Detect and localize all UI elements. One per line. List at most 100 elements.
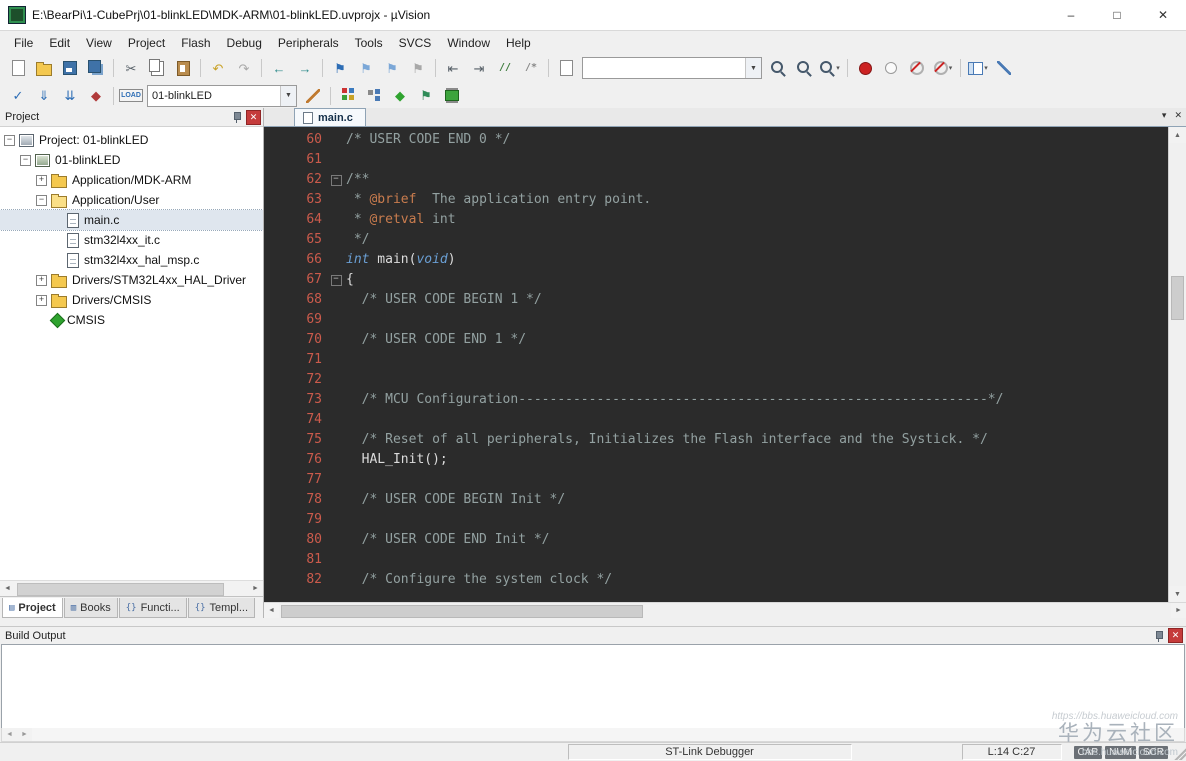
code-line-65[interactable]: 65 */	[264, 230, 1168, 250]
download-button[interactable]: LOAD	[119, 85, 143, 107]
menu-item-flash[interactable]: Flash	[173, 33, 218, 53]
menu-item-help[interactable]: Help	[498, 33, 539, 53]
scroll-right-icon[interactable]: ►	[17, 728, 32, 741]
incremental-find-button[interactable]	[792, 57, 816, 79]
expander-icon[interactable]: +	[36, 294, 47, 306]
find-next-button[interactable]	[766, 57, 790, 79]
target-options-button[interactable]	[301, 85, 325, 107]
kill-breakpoints-button[interactable]	[905, 57, 929, 79]
project-panel-scrollbar[interactable]: ◄ ►	[0, 580, 263, 596]
translate-file-button[interactable]: ✓	[6, 85, 30, 107]
pack-installer-button[interactable]	[440, 85, 464, 107]
tree-item-application-mdk-arm[interactable]: + Application/MDK-ARM	[0, 170, 263, 190]
manage-components-button[interactable]	[336, 85, 360, 107]
resize-grip[interactable]	[1172, 744, 1186, 760]
save-all-button[interactable]	[84, 57, 108, 79]
code-line-73[interactable]: 73 /* MCU Configuration-----------------…	[264, 390, 1168, 410]
tree-item-stm32l4xx-hal-msp-c[interactable]: stm32l4xx_hal_msp.c	[0, 250, 263, 270]
tree-item-cmsis[interactable]: CMSIS	[0, 310, 263, 330]
menu-item-view[interactable]: View	[78, 33, 120, 53]
scroll-right-icon[interactable]: ►	[248, 581, 263, 596]
tree-item-application-user[interactable]: − Application/User	[0, 190, 263, 210]
editor-vscrollbar[interactable]: ▲ ▼	[1168, 127, 1186, 602]
chevron-down-icon[interactable]: ▾	[984, 64, 988, 72]
batch-setup-button[interactable]: ⚑	[414, 85, 438, 107]
code-line-62[interactable]: 62−/**	[264, 170, 1168, 190]
pin-icon[interactable]	[232, 111, 242, 123]
rebuild-button[interactable]: ⇊	[58, 85, 82, 107]
vscroll-track[interactable]	[1169, 143, 1186, 586]
menu-item-tools[interactable]: Tools	[347, 33, 391, 53]
cut-button[interactable]: ✂	[119, 57, 143, 79]
clear-bookmarks-button[interactable]: ⚑	[406, 57, 430, 79]
code-line-76[interactable]: 76 HAL_Init();	[264, 450, 1168, 470]
runtime-environment-button[interactable]: ◆	[388, 85, 412, 107]
unindent-button[interactable]: ⇤	[441, 57, 465, 79]
expander-icon[interactable]: +	[36, 174, 47, 186]
tree-item-project-01-blinkled[interactable]: − Project: 01-blinkLED	[0, 130, 263, 150]
code-line-64[interactable]: 64 * @retval int	[264, 210, 1168, 230]
uncomment-button[interactable]: /*	[519, 57, 543, 79]
scroll-thumb[interactable]	[17, 583, 225, 596]
navigate-forward-button[interactable]: →	[293, 57, 317, 79]
menu-item-window[interactable]: Window	[439, 33, 498, 53]
build-output-content[interactable]	[1, 644, 1185, 728]
chevron-down-icon[interactable]: ▾	[836, 64, 840, 72]
hscroll-track[interactable]	[279, 603, 1171, 618]
code-line-68[interactable]: 68 /* USER CODE BEGIN 1 */	[264, 290, 1168, 310]
code-line-70[interactable]: 70 /* USER CODE END 1 */	[264, 330, 1168, 350]
indent-button[interactable]: ⇥	[467, 57, 491, 79]
file-extensions-button[interactable]	[362, 85, 386, 107]
tree-item-drivers-cmsis[interactable]: + Drivers/CMSIS	[0, 290, 263, 310]
panel-tab-project[interactable]: ▤ Project	[2, 598, 63, 618]
target-select[interactable]: 01-blinkLED ▼	[147, 84, 297, 107]
build-button[interactable]: ⇓	[32, 85, 56, 107]
configure-button[interactable]	[992, 57, 1016, 79]
code-line-77[interactable]: 77	[264, 470, 1168, 490]
open-file-button[interactable]	[32, 57, 56, 79]
scroll-down-icon[interactable]: ▼	[1169, 586, 1186, 602]
chevron-down-icon[interactable]: ▾	[949, 64, 953, 72]
code-line-69[interactable]: 69	[264, 310, 1168, 330]
tab-close-icon[interactable]: ✕	[1174, 110, 1182, 121]
editor-tab-main-c[interactable]: main.c	[294, 108, 366, 126]
find-in-files-button[interactable]	[554, 57, 578, 79]
scroll-up-icon[interactable]: ▲	[1169, 127, 1186, 143]
code-area[interactable]: 60/* USER CODE END 0 */61 62−/** 63 * @bri…	[264, 127, 1168, 602]
panel-tab-functi[interactable]: {} Functi...	[118, 598, 187, 618]
menu-item-file[interactable]: File	[6, 33, 41, 53]
code-line-63[interactable]: 63 * @brief The application entry point.	[264, 190, 1168, 210]
tree-item-drivers-stm32l4xx-hal-driver[interactable]: + Drivers/STM32L4xx_HAL_Driver	[0, 270, 263, 290]
menu-item-svcs[interactable]: SVCS	[391, 33, 440, 53]
pin-icon[interactable]	[1154, 630, 1164, 642]
scroll-right-icon[interactable]: ►	[1171, 603, 1186, 618]
fold-collapse-icon[interactable]: −	[330, 174, 342, 186]
paste-button[interactable]	[171, 57, 195, 79]
code-line-66[interactable]: 66 int main(void)	[264, 250, 1168, 270]
scroll-left-icon[interactable]: ◄	[2, 728, 17, 741]
tree-item-01-blinkled[interactable]: − 01-blinkLED	[0, 150, 263, 170]
code-line-79[interactable]: 79	[264, 510, 1168, 530]
editor-hscrollbar[interactable]: ◄ ►	[264, 602, 1186, 618]
previous-bookmark-button[interactable]: ⚑	[354, 57, 378, 79]
redo-button[interactable]: ↷	[232, 57, 256, 79]
window-layout-button[interactable]: ▾	[966, 57, 990, 79]
chevron-down-icon[interactable]: ▼	[280, 85, 296, 106]
close-button[interactable]: ✕	[1140, 0, 1186, 30]
code-line-75[interactable]: 75 /* Reset of all peripherals, Initiali…	[264, 430, 1168, 450]
maximize-button[interactable]: □	[1094, 0, 1140, 30]
project-panel-close-button[interactable]: ✕	[246, 109, 261, 125]
navigate-back-button[interactable]: ←	[267, 57, 291, 79]
build-output-close-button[interactable]: ✕	[1168, 628, 1183, 643]
code-line-71[interactable]: 71	[264, 350, 1168, 370]
fold-collapse-icon[interactable]: −	[330, 274, 342, 286]
batch-build-button[interactable]: ◆	[84, 85, 108, 107]
code-line-60[interactable]: 60 /* USER CODE END 0 */	[264, 130, 1168, 150]
code-line-81[interactable]: 81	[264, 550, 1168, 570]
expander-icon[interactable]: −	[4, 134, 15, 146]
next-bookmark-button[interactable]: ⚑	[380, 57, 404, 79]
chevron-down-icon[interactable]: ▼	[745, 58, 761, 78]
menu-item-peripherals[interactable]: Peripherals	[270, 33, 347, 53]
toggle-bookmark-button[interactable]: ⚑	[328, 57, 352, 79]
menu-item-edit[interactable]: Edit	[41, 33, 78, 53]
